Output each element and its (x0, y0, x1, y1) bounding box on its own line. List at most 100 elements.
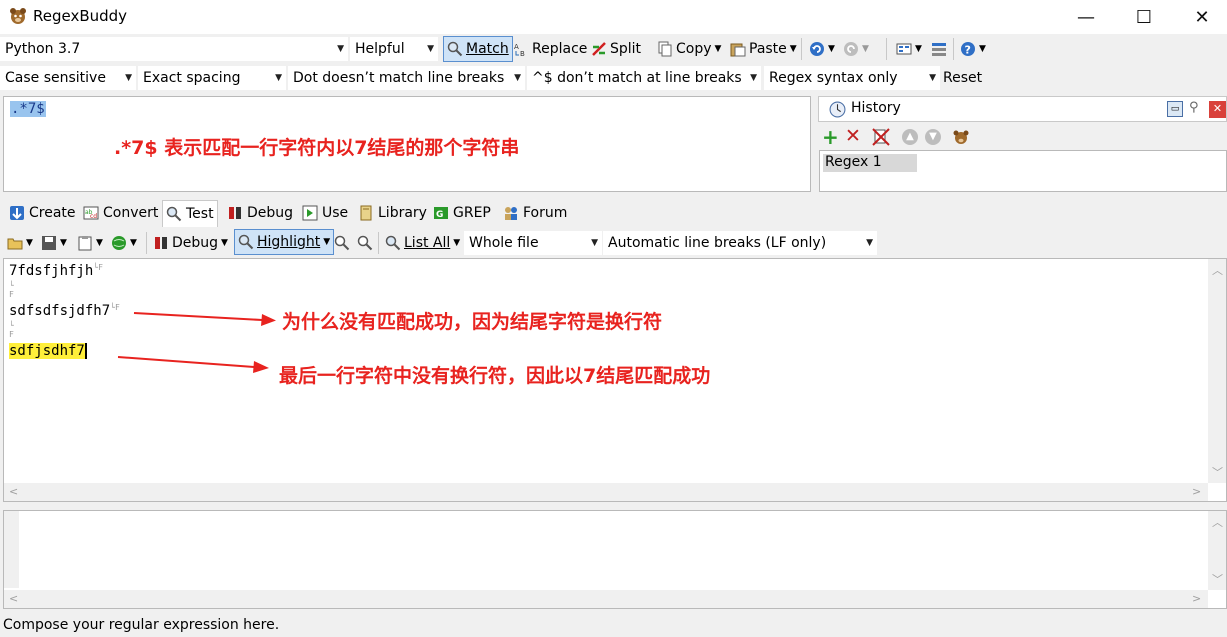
flavor-select[interactable]: Python 3.7 ▼ (0, 37, 348, 61)
tab-create[interactable]: Create (6, 200, 79, 226)
vertical-scrollbar[interactable]: ︿ ﹀ (1208, 259, 1226, 483)
redo-button[interactable]: ▼ (840, 36, 872, 62)
tab-label: Create (29, 205, 76, 221)
delete-regex-icon[interactable]: ✕ (845, 127, 861, 146)
spacing-select[interactable]: Exact spacing ▼ (138, 66, 286, 90)
layout-button[interactable]: ▼ (893, 36, 925, 62)
tab-forum[interactable]: Forum (500, 200, 570, 226)
scroll-down-icon[interactable]: ﹀ (1212, 571, 1223, 587)
svg-text:G: G (436, 210, 443, 220)
copy-icon (658, 41, 672, 57)
scroll-left-icon[interactable]: < (9, 592, 18, 605)
chevron-down-icon: ▼ (275, 73, 282, 83)
restore-panel-icon[interactable]: ▭ (1167, 101, 1183, 117)
globe-icon (112, 236, 126, 250)
paste-button[interactable]: Paste ▼ (727, 36, 800, 62)
scroll-left-icon[interactable]: < (9, 485, 18, 498)
layout-grid-icon (896, 43, 912, 55)
scroll-down-icon[interactable]: ﹀ (1212, 464, 1223, 480)
highlight-button[interactable]: Highlight ▼ (234, 229, 335, 255)
move-down-icon[interactable]: ▼ (925, 129, 941, 145)
panels-button[interactable] (928, 36, 950, 62)
debug-label: Debug (172, 235, 219, 251)
tab-test[interactable]: Test (162, 200, 218, 227)
tab-use[interactable]: Use (299, 200, 351, 226)
annotation-note-2: 最后一行字符中没有换行符，因此以7结尾匹配成功 (279, 365, 711, 387)
horizontal-scrollbar[interactable]: < > (4, 590, 1208, 608)
helpful-select[interactable]: Helpful ▼ (350, 37, 438, 61)
regexbuddy-logo-icon[interactable] (952, 128, 970, 146)
debug-button[interactable]: Debug ▼ (150, 230, 231, 256)
test-line-text: sdfsdfsjdfh7 (9, 303, 111, 319)
split-button[interactable]: Split (588, 36, 644, 62)
history-item[interactable]: Regex 1 (823, 154, 917, 172)
chevron-down-icon: ▼ (26, 238, 33, 248)
tab-label: Test (186, 206, 214, 222)
scope-label: Whole file (469, 235, 539, 251)
chevron-down-icon: ▼ (979, 44, 986, 54)
highlight-label: Highlight (257, 234, 321, 250)
line-break-marker-icon: └F (9, 281, 14, 299)
maximize-button[interactable]: ☐ (1115, 0, 1173, 34)
tab-grep[interactable]: G GREP (430, 200, 494, 226)
open-file-button[interactable]: ▼ (4, 230, 36, 256)
chevron-down-icon: ▼ (221, 238, 228, 248)
test-line: sdfsdfsjdfh7└F (9, 303, 120, 319)
arrow-annotation-2 (117, 356, 269, 373)
paste-label: Paste (749, 41, 787, 57)
prev-match-button[interactable] (331, 230, 353, 256)
horizontal-scrollbar[interactable]: < > (4, 483, 1208, 501)
next-match-button[interactable] (354, 230, 376, 256)
syntax-select[interactable]: Regex syntax only ▼ (764, 66, 940, 90)
results-panel: ︿ ﹀ < > (3, 510, 1227, 609)
tab-library[interactable]: Library (355, 200, 430, 226)
save-icon (42, 236, 56, 250)
scroll-right-icon[interactable]: > (1192, 592, 1201, 605)
vertical-scrollbar[interactable]: ︿ ﹀ (1208, 511, 1226, 590)
zoom-next-icon (357, 235, 373, 251)
split-label: Split (610, 41, 642, 57)
regex-input[interactable]: .*7$ (10, 101, 46, 117)
save-button[interactable]: ▼ (38, 230, 70, 256)
help-button[interactable]: ? ▼ (957, 36, 989, 62)
clipboard-button[interactable]: ▼ (74, 230, 106, 256)
add-regex-icon[interactable]: + (822, 127, 839, 147)
close-panel-icon[interactable]: ✕ (1209, 101, 1226, 118)
magnifier-icon (447, 41, 463, 57)
syntax-label: Regex syntax only (769, 70, 898, 86)
move-up-icon[interactable]: ▲ (902, 129, 918, 145)
replace-button[interactable]: AB Replace (510, 36, 590, 62)
tab-debug[interactable]: Debug (224, 200, 296, 226)
test-subject-editor[interactable]: 7fdsfjhfjh└F └ F sdfsdfsjdfh7└F └ F sdfjsd… (3, 258, 1227, 502)
chevron-down-icon: ▼ (453, 238, 461, 248)
web-button[interactable]: ▼ (108, 230, 140, 256)
scroll-up-icon[interactable]: ︿ (1212, 262, 1223, 278)
regex-editor[interactable]: .*7$ .*7$ 表示匹配一行字符内以7结尾的那个字符串 (3, 96, 811, 192)
reset-button[interactable]: Reset (940, 65, 985, 91)
close-button[interactable]: ✕ (1173, 0, 1227, 34)
undo-button[interactable]: ▼ (806, 36, 838, 62)
scope-select[interactable]: Whole file ▼ (464, 231, 602, 255)
pin-icon[interactable]: ⚲ (1189, 100, 1199, 115)
zoom-prev-icon (334, 235, 350, 251)
chevron-down-icon: ▼ (591, 238, 598, 248)
magnifier-icon (385, 235, 401, 251)
match-button[interactable]: Match (443, 36, 513, 62)
separator (378, 232, 379, 254)
match-label: Match (466, 41, 509, 57)
list-all-button[interactable]: List All ▼ (382, 230, 463, 256)
copy-button[interactable]: Copy ▼ (654, 36, 724, 62)
chevron-down-icon: ▼ (862, 44, 869, 54)
tab-label: Convert (103, 205, 159, 221)
chevron-down-icon: ▼ (96, 238, 103, 248)
scroll-up-icon[interactable]: ︿ (1212, 514, 1223, 530)
dot-select[interactable]: Dot doesn’t match line breaks ▼ (288, 66, 525, 90)
debug-icon (229, 207, 241, 219)
tab-convert[interactable]: ab cd Convert (80, 200, 161, 226)
scroll-right-icon[interactable]: > (1192, 485, 1201, 498)
case-select[interactable]: Case sensitive ▼ (0, 66, 136, 90)
anchors-select[interactable]: ^$ don’t match at line breaks ▼ (527, 66, 761, 90)
minimize-button[interactable]: — (1057, 0, 1115, 34)
line-break-select[interactable]: Automatic line breaks (LF only) ▼ (603, 231, 877, 255)
delete-all-icon[interactable] (872, 128, 890, 146)
